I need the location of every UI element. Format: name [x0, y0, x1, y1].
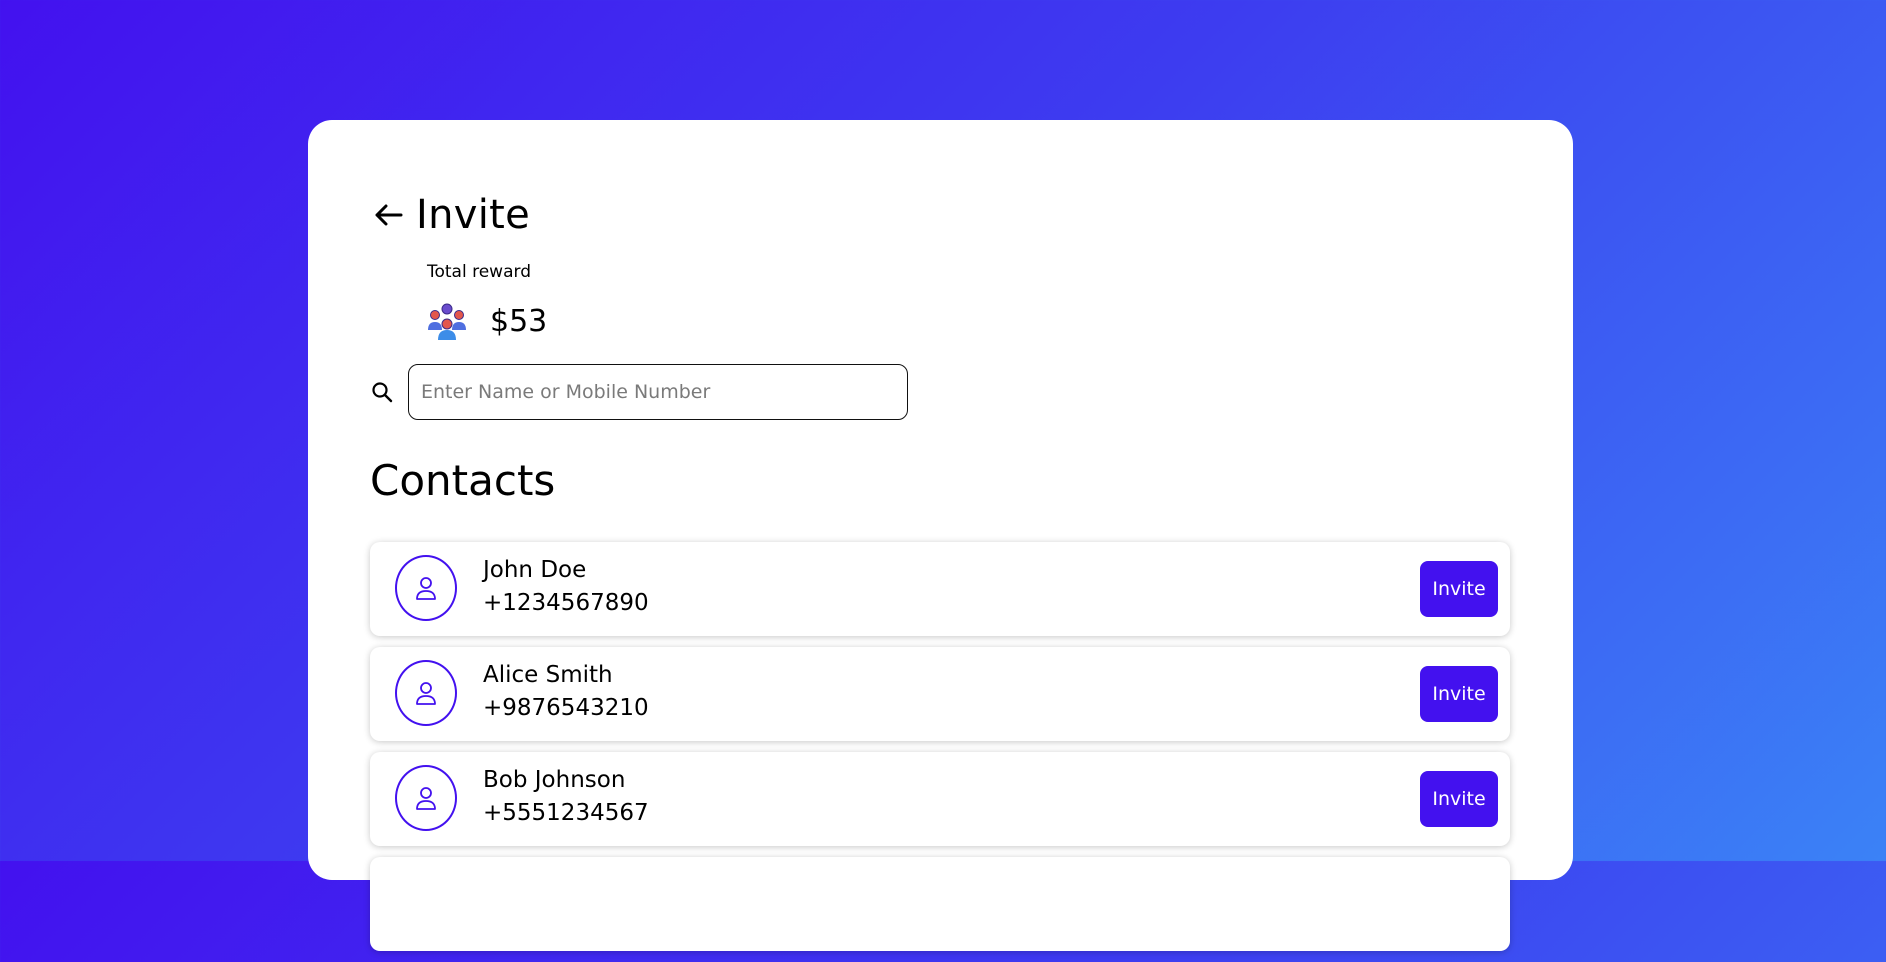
arrow-left-icon: [375, 204, 403, 226]
search-input[interactable]: [408, 364, 908, 420]
user-icon: [416, 682, 436, 705]
group-icon: [428, 303, 466, 340]
contact-phone: +5551234567: [483, 800, 649, 826]
list-item: [370, 857, 1510, 951]
avatar: [395, 660, 457, 726]
reward-label: Total reward: [427, 262, 531, 282]
page-header: Invite: [374, 190, 530, 240]
list-item: John Doe +1234567890 Invite: [370, 542, 1510, 636]
contact-name: Alice Smith: [483, 662, 613, 688]
contact-phone: +9876543210: [483, 695, 649, 721]
list-item: Bob Johnson +5551234567 Invite: [370, 752, 1510, 846]
avatar: [395, 765, 457, 831]
back-button[interactable]: [368, 195, 408, 235]
contact-list: John Doe +1234567890 Invite Alice Smith …: [370, 542, 1510, 962]
invite-button[interactable]: Invite: [1420, 561, 1498, 617]
reward-value: $53: [490, 303, 548, 339]
avatar: [395, 555, 457, 621]
contacts-heading: Contacts: [370, 456, 556, 505]
user-icon: [416, 577, 436, 600]
page-title: Invite: [416, 192, 531, 238]
user-icon: [416, 787, 436, 810]
reward-row: $53: [426, 300, 547, 342]
invite-card: Invite Total reward $53 Contacts: [308, 120, 1573, 951]
contact-phone: +1234567890: [483, 590, 649, 616]
contact-name: Bob Johnson: [483, 767, 626, 793]
list-item: Alice Smith +9876543210 Invite: [370, 647, 1510, 741]
search-row: [370, 364, 908, 420]
invite-button[interactable]: Invite: [1420, 666, 1498, 722]
contact-name: John Doe: [483, 557, 587, 583]
invite-button[interactable]: Invite: [1420, 771, 1498, 827]
search-icon: [370, 380, 394, 404]
